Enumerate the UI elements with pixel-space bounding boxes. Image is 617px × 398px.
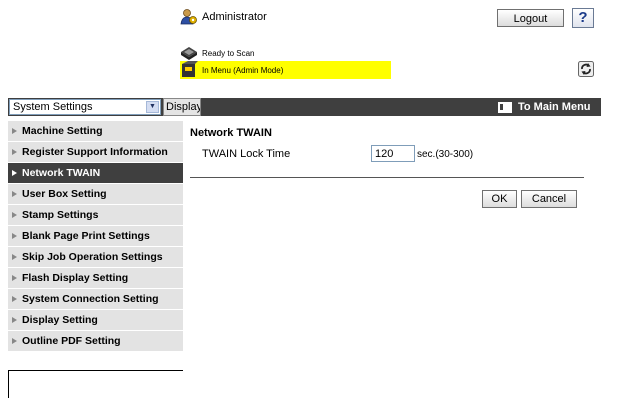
printer-icon	[182, 61, 198, 77]
category-select[interactable]: System Settings ▼	[9, 99, 161, 115]
triangle-right-icon	[12, 254, 17, 260]
sidebar-item-label: Display Setting	[22, 314, 98, 326]
sidebar-item-outline-pdf-setting[interactable]: Outline PDF Setting	[8, 331, 183, 352]
sidebar-item-label: Machine Setting	[22, 125, 103, 137]
user-label: Administrator	[202, 11, 267, 23]
cancel-button[interactable]: Cancel	[521, 190, 577, 208]
sidebar: Machine Setting Register Support Informa…	[8, 121, 183, 352]
triangle-right-icon	[12, 317, 17, 323]
sidebar-item-stamp-settings[interactable]: Stamp Settings	[8, 205, 183, 226]
sidebar-item-network-twain[interactable]: Network TWAIN	[8, 163, 183, 184]
lock-time-label: TWAIN Lock Time	[202, 148, 291, 160]
sidebar-item-label: System Connection Setting	[22, 293, 159, 305]
help-button[interactable]: ?	[572, 8, 594, 28]
sidebar-item-label: Skip Job Operation Settings	[22, 251, 163, 263]
sidebar-item-label: User Box Setting	[22, 188, 107, 200]
sidebar-item-label: Network TWAIN	[22, 167, 101, 179]
page-title: Network TWAIN	[190, 127, 272, 139]
triangle-right-icon	[12, 275, 17, 281]
refresh-button[interactable]	[577, 61, 595, 79]
triangle-right-icon	[12, 170, 17, 176]
triangle-right-icon	[12, 212, 17, 218]
main-menu-link[interactable]: To Main Menu	[498, 99, 591, 115]
triangle-right-icon	[12, 191, 17, 197]
user-info: Administrator	[180, 8, 267, 26]
main-menu-label: To Main Menu	[518, 101, 591, 113]
sidebar-item-label: Blank Page Print Settings	[22, 230, 150, 242]
sidebar-item-user-box-setting[interactable]: User Box Setting	[8, 184, 183, 205]
sidebar-item-label: Stamp Settings	[22, 209, 99, 221]
logout-button[interactable]: Logout	[497, 9, 564, 27]
content-divider	[190, 177, 584, 178]
triangle-right-icon	[12, 233, 17, 239]
lock-time-unit: sec.(30-300)	[417, 149, 474, 160]
scanner-icon	[181, 47, 197, 60]
administrator-icon	[180, 9, 197, 25]
sidebar-item-flash-display-setting[interactable]: Flash Display Setting	[8, 268, 183, 289]
scan-status: Ready to Scan	[180, 45, 254, 61]
menu-icon	[498, 101, 512, 113]
sidebar-item-machine-setting[interactable]: Machine Setting	[8, 121, 183, 142]
sidebar-item-label: Flash Display Setting	[22, 272, 129, 284]
ok-button[interactable]: OK	[482, 190, 517, 208]
chevron-down-icon[interactable]: ▼	[146, 101, 159, 113]
sidebar-item-label: Register Support Information	[22, 146, 168, 158]
category-select-value: System Settings	[13, 101, 93, 113]
triangle-right-icon	[12, 296, 17, 302]
triangle-right-icon	[12, 338, 17, 344]
triangle-right-icon	[12, 149, 17, 155]
status-mode-label: In Menu (Admin Mode)	[202, 65, 284, 75]
refresh-icon	[578, 61, 594, 77]
sidebar-item-register-support-information[interactable]: Register Support Information	[8, 142, 183, 163]
lock-time-input[interactable]	[371, 145, 415, 162]
sidebar-item-system-connection-setting[interactable]: System Connection Setting	[8, 289, 183, 310]
frame-edge	[8, 370, 9, 398]
sidebar-item-display-setting[interactable]: Display Setting	[8, 310, 183, 331]
sidebar-divider	[8, 370, 183, 371]
sidebar-item-blank-page-print-settings[interactable]: Blank Page Print Settings	[8, 226, 183, 247]
status-ready-label: Ready to Scan	[202, 48, 255, 58]
display-button[interactable]: Display	[163, 98, 201, 116]
sidebar-item-skip-job-operation-settings[interactable]: Skip Job Operation Settings	[8, 247, 183, 268]
sidebar-item-label: Outline PDF Setting	[22, 335, 121, 347]
mode-status: In Menu (Admin Mode)	[180, 61, 391, 79]
triangle-right-icon	[12, 128, 17, 134]
